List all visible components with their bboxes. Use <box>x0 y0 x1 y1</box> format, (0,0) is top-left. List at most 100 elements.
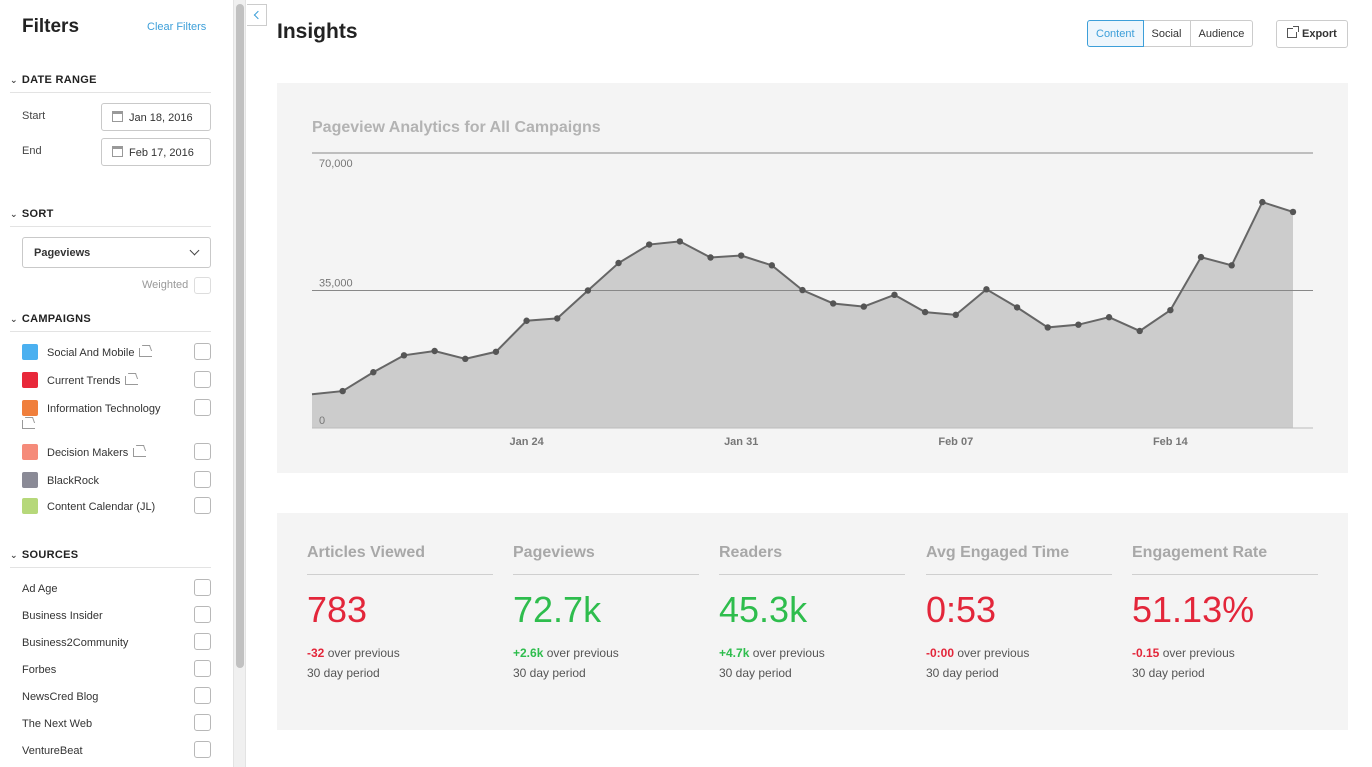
stat-period: 30 day period <box>513 666 586 680</box>
campaign-item: Current Trends <box>47 375 139 387</box>
source-checkbox[interactable] <box>194 579 211 596</box>
scrollbar-thumb[interactable] <box>236 4 244 668</box>
source-checkbox[interactable] <box>194 606 211 623</box>
campaigns-header[interactable]: ⌄ CAMPAIGNS <box>10 313 211 332</box>
external-link-icon <box>1287 26 1299 38</box>
chart-point <box>431 347 438 355</box>
chart-point <box>860 303 868 310</box>
clear-filters-link[interactable]: Clear Filters <box>147 21 206 33</box>
campaign-checkbox[interactable] <box>194 497 211 514</box>
date-range-heading: DATE RANGE <box>21 74 97 86</box>
chevron-down-icon: ⌄ <box>10 550 18 560</box>
start-date-field[interactable]: Jan 18, 2016 <box>101 103 211 131</box>
sources-header[interactable]: ⌄ SOURCES <box>10 549 211 568</box>
sort-select[interactable]: Pageviews <box>22 237 211 268</box>
sort-header[interactable]: ⌄ SORT <box>10 208 211 227</box>
stat-value: 72.7k <box>513 589 602 630</box>
chart-point <box>799 286 806 294</box>
source-item: Forbes <box>22 664 57 676</box>
stat-delta: +4.7k over previous 30 day period <box>719 643 905 683</box>
tab-audience[interactable]: Audience <box>1189 20 1254 47</box>
chart-point <box>492 348 500 355</box>
filters-sidebar: Filters Clear Filters ⌄ DATE RANGE Start … <box>0 0 232 767</box>
sort-heading: SORT <box>21 208 54 220</box>
collapse-sidebar-button[interactable] <box>247 4 267 26</box>
source-checkbox[interactable] <box>194 633 211 650</box>
date-range-header[interactable]: ⌄ DATE RANGE <box>10 74 211 93</box>
x-tick-label: Jan 24 <box>509 436 544 448</box>
end-date-value: Feb 17, 2016 <box>129 147 194 159</box>
campaign-checkbox[interactable] <box>194 443 211 460</box>
end-label: End <box>22 145 42 157</box>
chart-area <box>312 202 1293 428</box>
stat-value: 51.13% <box>1132 589 1255 630</box>
weighted-checkbox[interactable] <box>194 277 211 294</box>
chart-point <box>400 352 408 359</box>
calendar-icon <box>112 111 123 122</box>
campaign-label: Current Trends <box>47 375 121 387</box>
stat-delta: -32 over previous 30 day period <box>307 643 493 683</box>
y-tick-label: 70,000 <box>319 158 353 170</box>
campaign-item: Decision Makers <box>47 447 147 459</box>
share-icon[interactable] <box>22 420 35 429</box>
chart-point <box>1259 198 1266 206</box>
x-tick-label: Feb 07 <box>938 436 973 448</box>
filters-title: Filters <box>22 16 80 37</box>
chevron-down-icon: ⌄ <box>10 75 18 85</box>
campaign-color-swatch <box>22 472 38 488</box>
campaign-item: Social And Mobile <box>47 347 153 359</box>
source-checkbox[interactable] <box>194 687 211 704</box>
tab-social[interactable]: Social <box>1142 20 1191 47</box>
stats-panel: Articles Viewed 783 -32 over previous 30 … <box>277 513 1348 730</box>
stat-value: 783 <box>307 589 368 630</box>
end-date-field[interactable]: Feb 17, 2016 <box>101 138 211 166</box>
source-item: Business2Community <box>22 637 129 649</box>
chart-point <box>462 355 469 363</box>
sidebar-scrollbar[interactable] <box>233 0 246 767</box>
share-icon[interactable] <box>125 376 139 385</box>
stat-delta: +2.6k over previous 30 day period <box>513 643 699 683</box>
source-checkbox[interactable] <box>194 741 211 758</box>
stat-delta: -0:00 over previous 30 day period <box>926 643 1112 683</box>
campaign-color-swatch <box>22 372 38 388</box>
sort-selected-value: Pageviews <box>34 247 91 259</box>
stat-delta-suffix: over previous <box>957 646 1030 660</box>
campaign-checkbox[interactable] <box>194 399 211 416</box>
x-tick-label: Feb 14 <box>1153 436 1189 448</box>
stat-value: 0:53 <box>926 589 997 630</box>
campaign-checkbox[interactable] <box>194 371 211 388</box>
campaign-color-swatch <box>22 344 38 360</box>
campaign-item: BlackRock <box>47 475 99 487</box>
campaign-color-swatch <box>22 498 38 514</box>
share-icon[interactable] <box>139 348 153 357</box>
export-button[interactable]: Export <box>1276 20 1348 48</box>
chart-panel: Pageview Analytics for All Campaigns 0 35… <box>277 83 1348 473</box>
chart-point <box>646 241 653 248</box>
source-item: VentureBeat <box>22 745 83 757</box>
chart-point <box>1075 321 1082 328</box>
source-checkbox[interactable] <box>194 660 211 677</box>
chart-point <box>891 291 898 299</box>
stat-period: 30 day period <box>1132 666 1205 680</box>
chevron-down-icon: ⌄ <box>10 209 18 219</box>
share-icon[interactable] <box>133 448 147 457</box>
stat-articles-viewed: Articles Viewed 783 -32 over previous 30 … <box>307 544 493 683</box>
chart-point <box>1228 262 1235 269</box>
campaign-checkbox[interactable] <box>194 343 211 360</box>
campaign-label: Information Technology <box>47 403 161 415</box>
stat-period: 30 day period <box>307 666 380 680</box>
campaigns-heading: CAMPAIGNS <box>21 313 91 325</box>
stat-pageviews: Pageviews 72.7k +2.6k over previous 30 da… <box>513 544 699 683</box>
calendar-icon <box>112 146 123 157</box>
tab-content[interactable]: Content <box>1087 20 1144 47</box>
chart-point <box>952 311 959 319</box>
stat-delta-value: +4.7k <box>719 646 750 660</box>
campaign-checkbox[interactable] <box>194 471 211 488</box>
chart-point <box>921 308 929 316</box>
source-item: The Next Web <box>22 718 93 730</box>
source-checkbox[interactable] <box>194 714 211 731</box>
stat-label: Engagement Rate <box>1132 544 1318 575</box>
chart-point <box>370 369 377 376</box>
chart-point <box>768 262 776 269</box>
chart-point <box>1013 304 1021 311</box>
